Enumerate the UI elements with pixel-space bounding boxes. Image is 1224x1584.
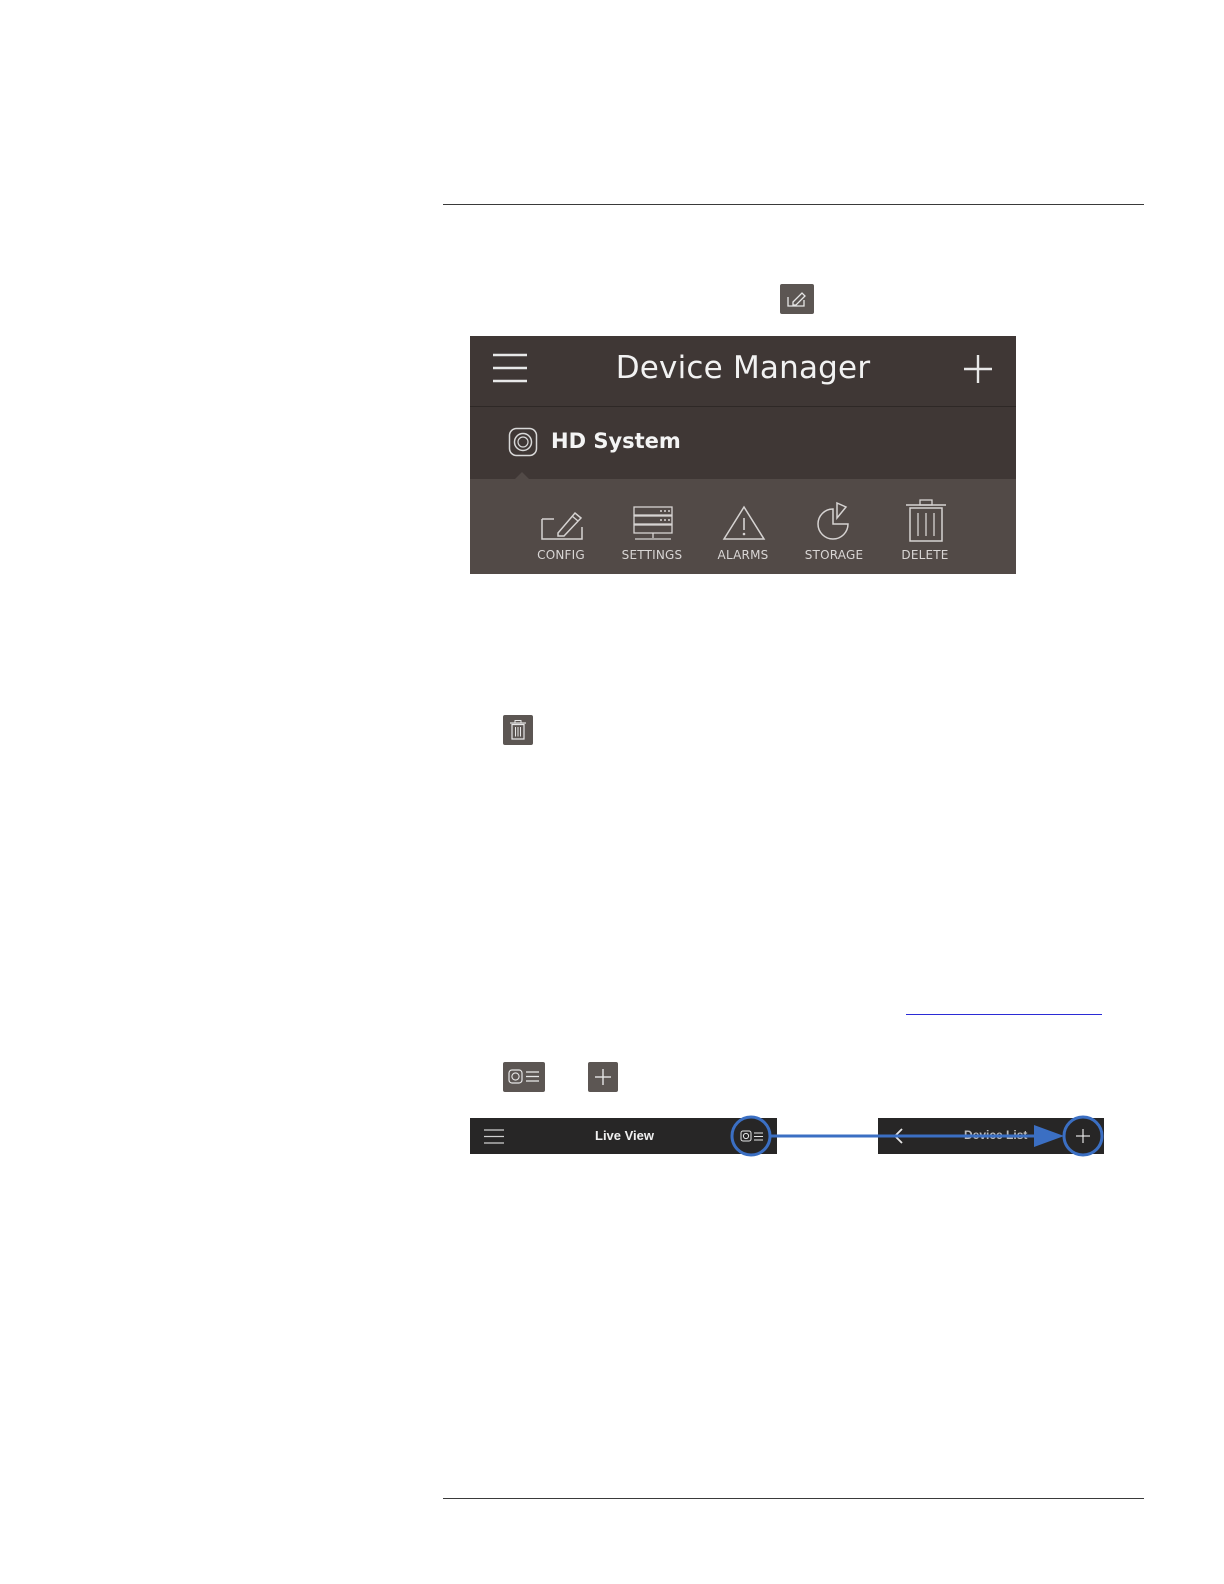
highlight-circle-add [1062,1115,1104,1157]
annotation-arrow-head [1034,1125,1064,1147]
annotation-overlay [730,1115,1104,1157]
highlight-circle-device-list [730,1115,772,1157]
footer-rule [443,1498,1144,1499]
